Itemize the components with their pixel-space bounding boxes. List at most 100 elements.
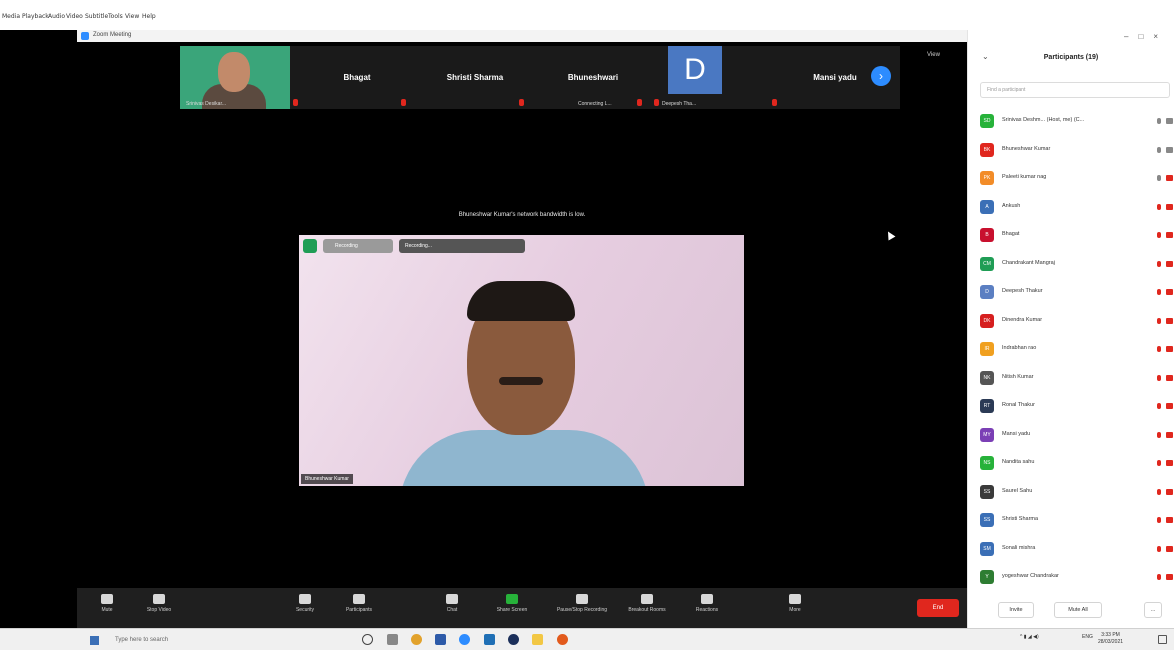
video-tile-bhagat[interactable]: Bhagat	[302, 46, 412, 109]
video-off-icon	[1166, 574, 1173, 580]
participant-row[interactable]: MY Mansi yadu	[980, 422, 1174, 451]
participant-row[interactable]: D Deepesh Thakur	[980, 279, 1174, 308]
zoom-title-bar: Zoom Meeting	[77, 30, 967, 42]
zoom-logo-icon	[81, 32, 89, 40]
stop-video-button[interactable]: Stop Video	[129, 588, 189, 628]
participants-button[interactable]: Participants	[329, 588, 389, 628]
muted-mic-icon[interactable]	[1157, 317, 1161, 324]
app-icon[interactable]	[508, 634, 519, 645]
taskbar-search[interactable]: Type here to search	[115, 633, 265, 647]
tile-name: Bhagat	[343, 73, 371, 82]
tile-name: Srinivas Desikar...	[186, 101, 227, 107]
menu-subtitle[interactable]: Subtitle	[85, 13, 108, 20]
participant-row[interactable]: NS Nandita sahu	[980, 450, 1174, 479]
breakout-rooms-button[interactable]: Breakout Rooms	[617, 588, 677, 628]
muted-mic-icon[interactable]	[1157, 289, 1161, 295]
video-off-icon	[1166, 232, 1173, 238]
muted-mic-icon[interactable]	[1157, 574, 1161, 580]
zoom-icon[interactable]	[459, 634, 470, 645]
participant-search-input[interactable]: Find a participant	[980, 82, 1170, 98]
muted-mic-icon[interactable]	[1157, 374, 1161, 381]
participant-name: Chandrakant Mangraj	[1002, 259, 1055, 266]
avatar: RT	[980, 399, 994, 413]
avatar: IR	[980, 342, 994, 356]
avatar: CM	[980, 256, 994, 271]
video-tile-host[interactable]: Srinivas Desikar...	[180, 46, 298, 109]
windows-start-icon[interactable]	[90, 636, 99, 645]
system-tray[interactable]: ^ ▮ ◢ ◀)	[1020, 634, 1039, 640]
share-screen-button[interactable]: Share Screen	[482, 588, 542, 628]
mute-button[interactable]: Mute	[77, 588, 137, 628]
participant-row[interactable]: DK Dinendra Kumar	[980, 308, 1174, 337]
muted-mic-icon[interactable]	[1157, 431, 1161, 438]
participant-row[interactable]: B Bhagat	[980, 222, 1174, 251]
muted-mic-icon[interactable]	[1157, 545, 1161, 552]
invite-button[interactable]: Invite	[998, 602, 1034, 618]
menu-help[interactable]: Help	[142, 13, 156, 20]
participant-row[interactable]: Yyogeshwar Chandrakar	[980, 564, 1174, 593]
window-controls[interactable]: –□×	[1124, 32, 1168, 41]
menu-playback[interactable]: Playback	[22, 13, 49, 20]
chat-button[interactable]: Chat	[422, 588, 482, 628]
muted-mic-icon[interactable]	[1157, 488, 1161, 495]
menu-view[interactable]: View	[125, 13, 139, 20]
task-view-icon[interactable]	[387, 634, 398, 645]
more-button[interactable]: More	[765, 588, 825, 628]
muted-mic-icon[interactable]	[1157, 403, 1161, 409]
notification-icon[interactable]	[1158, 635, 1167, 644]
security-button[interactable]: Security	[275, 588, 335, 628]
end-meeting-button[interactable]: End	[917, 599, 959, 617]
cortana-icon[interactable]	[362, 634, 373, 645]
reactions-label: Reactions	[695, 607, 719, 613]
participant-row[interactable]: RT Ronal Thakur	[980, 393, 1174, 422]
language-indicator[interactable]: ENG	[1082, 634, 1093, 640]
participant-row[interactable]: SS Shristi Sharma	[980, 507, 1174, 536]
video-off-icon	[1166, 289, 1173, 295]
muted-mic-icon[interactable]	[1157, 232, 1161, 238]
video-tile-shristi[interactable]: Shristi Sharma	[420, 46, 530, 109]
avatar: B	[980, 228, 994, 242]
edge-icon[interactable]	[484, 634, 495, 645]
next-page-arrow-icon[interactable]: ›	[871, 66, 891, 86]
mic-icon[interactable]	[1157, 175, 1161, 181]
stop-video-label: Stop Video	[146, 607, 172, 613]
mouse-cursor-icon	[884, 229, 896, 241]
pause-recording-button[interactable]: Pause/Stop Recording	[552, 588, 612, 628]
more-options-button[interactable]: ...	[1144, 602, 1162, 618]
bandwidth-warning: Bhuneshwar Kumar's network bandwidth is …	[458, 212, 586, 218]
mic-icon[interactable]	[1157, 118, 1161, 124]
menu-media[interactable]: Media	[2, 13, 20, 20]
file-explorer-icon[interactable]	[532, 634, 543, 645]
chrome-icon[interactable]	[411, 634, 422, 645]
view-button[interactable]: View	[927, 52, 940, 58]
video-tile-deepesh[interactable]: D Deepesh Tha...	[654, 46, 770, 109]
muted-mic-icon[interactable]	[1157, 203, 1161, 210]
muted-mic-icon[interactable]	[1157, 517, 1161, 523]
participant-row[interactable]: SS Saurel Sahu	[980, 479, 1174, 508]
mic-icon[interactable]	[1157, 146, 1161, 153]
recording-status-bar[interactable]: Recording...	[399, 239, 525, 253]
active-speaker-video[interactable]: Recording Recording... Bhuneshwar Kumar	[299, 235, 744, 486]
taskbar-clock[interactable]: 3:33 PM 28/03/2021	[1098, 632, 1123, 646]
participant-row[interactable]: IR Indrabhan rao	[980, 336, 1174, 365]
menu-audio[interactable]: Audio	[48, 13, 65, 20]
video-tile-bhuneshwari[interactable]: Bhuneshwari Connecting L...	[538, 46, 648, 109]
smiley-icon	[701, 594, 713, 604]
word-icon[interactable]	[435, 634, 446, 645]
participant-row[interactable]: SD Srinivas Deshm... (Host, me) (C...	[980, 108, 1174, 137]
participant-row[interactable]: SM Sonali mishra	[980, 536, 1174, 565]
participant-row[interactable]: NK Nitish Kumar	[980, 365, 1174, 394]
mute-all-button[interactable]: Mute All	[1054, 602, 1102, 618]
muted-mic-icon[interactable]	[1157, 260, 1161, 267]
muted-mic-icon[interactable]	[1157, 460, 1161, 466]
menu-tools[interactable]: Tools	[108, 13, 123, 20]
participant-row[interactable]: CM Chandrakant Mangraj	[980, 251, 1174, 280]
menu-video[interactable]: Video	[66, 13, 83, 20]
muted-mic-icon[interactable]	[1157, 346, 1161, 352]
vlc-icon[interactable]	[557, 634, 568, 645]
participant-row[interactable]: PK Paleeti kumar nag	[980, 165, 1174, 194]
reactions-button[interactable]: Reactions	[677, 588, 737, 628]
participant-row[interactable]: BK Bhuneshwar Kumar	[980, 137, 1174, 166]
participant-row[interactable]: A Ankush	[980, 194, 1174, 223]
video-off-icon	[1166, 175, 1173, 181]
